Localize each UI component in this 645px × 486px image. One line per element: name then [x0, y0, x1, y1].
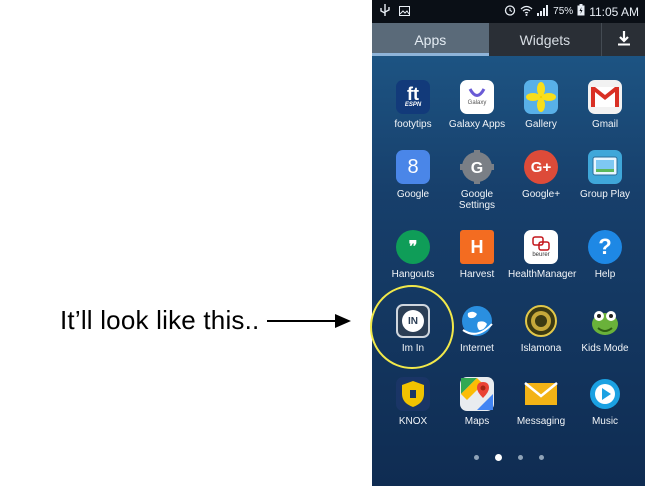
harvest-icon: H: [460, 230, 494, 264]
page-dot[interactable]: [473, 455, 479, 460]
app-google[interactable]: 8 Google: [380, 150, 446, 200]
page-dot[interactable]: [538, 455, 544, 460]
app-label: Music: [591, 416, 619, 427]
app-label: Maps: [464, 416, 490, 427]
app-label: Google Settings: [458, 189, 496, 211]
hangouts-icon: ❞: [396, 230, 430, 264]
arrow-icon: [267, 314, 351, 328]
gallery-icon: [524, 80, 558, 114]
messaging-icon: [524, 377, 558, 411]
tab-indicator: [372, 53, 489, 56]
knox-icon: [396, 377, 430, 411]
app-label: Google: [396, 189, 430, 200]
health-manager-icon: beurer: [524, 230, 558, 264]
gmail-icon: [588, 80, 622, 114]
google-plus-icon: G+: [524, 150, 558, 184]
app-drawer-tabs: Apps Widgets: [372, 23, 645, 56]
app-help[interactable]: ? Help: [572, 230, 638, 280]
internet-icon: [460, 304, 494, 338]
app-islamona[interactable]: Islamona: [508, 304, 574, 354]
app-label: Gallery: [525, 119, 557, 130]
google-icon: 8: [396, 150, 430, 184]
app-label: Gmail: [591, 119, 619, 130]
alarm-icon: [504, 4, 516, 19]
app-knox[interactable]: KNOX: [380, 377, 446, 427]
app-footytips[interactable]: ft ESPN footytips: [380, 80, 446, 130]
app-label: Messaging: [516, 416, 566, 427]
app-label: Islamona: [520, 343, 562, 354]
wifi-icon: [520, 5, 533, 19]
svg-text:G: G: [471, 160, 483, 177]
app-label: Kids Mode: [581, 343, 629, 354]
highlight-circle: [370, 285, 454, 369]
battery-percent: 75%: [553, 6, 574, 17]
page-dot-active[interactable]: [494, 454, 502, 461]
group-play-icon: [588, 150, 622, 184]
app-label: Google+: [521, 189, 561, 200]
app-group-play[interactable]: Group Play: [572, 150, 638, 200]
music-icon: [588, 377, 622, 411]
download-button[interactable]: [601, 23, 645, 56]
app-google-plus[interactable]: G+ Google+: [508, 150, 574, 200]
phone-screen: 75% 11:05 AM Apps Widgets ft ESPN footyt…: [372, 0, 645, 486]
kids-mode-icon: [588, 304, 622, 338]
app-maps[interactable]: Maps: [444, 377, 510, 427]
page-indicator: [372, 454, 645, 461]
google-settings-icon: G: [460, 150, 494, 184]
app-kids-mode[interactable]: Kids Mode: [572, 304, 638, 354]
status-bar: 75% 11:05 AM: [372, 0, 645, 23]
app-messaging[interactable]: Messaging: [508, 377, 574, 427]
app-health-manager[interactable]: beurer HealthManager: [508, 230, 577, 280]
app-label: Group Play: [579, 189, 631, 200]
islamona-icon: [524, 304, 558, 338]
maps-icon: [460, 377, 494, 411]
app-label: Help: [594, 269, 616, 280]
app-gmail[interactable]: Gmail: [572, 80, 638, 130]
footytips-icon: ft ESPN: [396, 80, 430, 114]
tab-apps[interactable]: Apps: [372, 23, 489, 56]
signal-icon: [537, 4, 549, 19]
app-label: Internet: [460, 343, 494, 354]
galaxy-apps-icon: Galaxy: [460, 80, 494, 114]
clock: 11:05 AM: [589, 4, 639, 19]
app-label: footytips: [394, 119, 432, 130]
app-harvest[interactable]: H Harvest: [444, 230, 510, 280]
app-label: HealthManager: [508, 269, 577, 280]
battery-icon: [577, 4, 585, 19]
app-music[interactable]: Music: [572, 377, 638, 427]
app-gallery[interactable]: Gallery: [508, 80, 574, 130]
page-dot[interactable]: [517, 455, 523, 460]
tab-widgets[interactable]: Widgets: [489, 23, 602, 56]
app-label: Galaxy Apps: [448, 119, 506, 130]
app-label: KNOX: [398, 416, 428, 427]
caption-text: It’ll look like this..: [60, 305, 260, 335]
help-icon: ?: [588, 230, 622, 264]
app-hangouts[interactable]: ❞ Hangouts: [380, 230, 446, 280]
app-label: Harvest: [459, 269, 495, 280]
usb-icon: [380, 4, 390, 19]
app-galaxy-apps[interactable]: Galaxy Galaxy Apps: [444, 80, 510, 130]
app-google-settings[interactable]: G Google Settings: [444, 150, 510, 211]
app-label: Hangouts: [391, 269, 435, 280]
gallery-notification-icon: [399, 5, 410, 19]
download-icon: [617, 30, 631, 49]
